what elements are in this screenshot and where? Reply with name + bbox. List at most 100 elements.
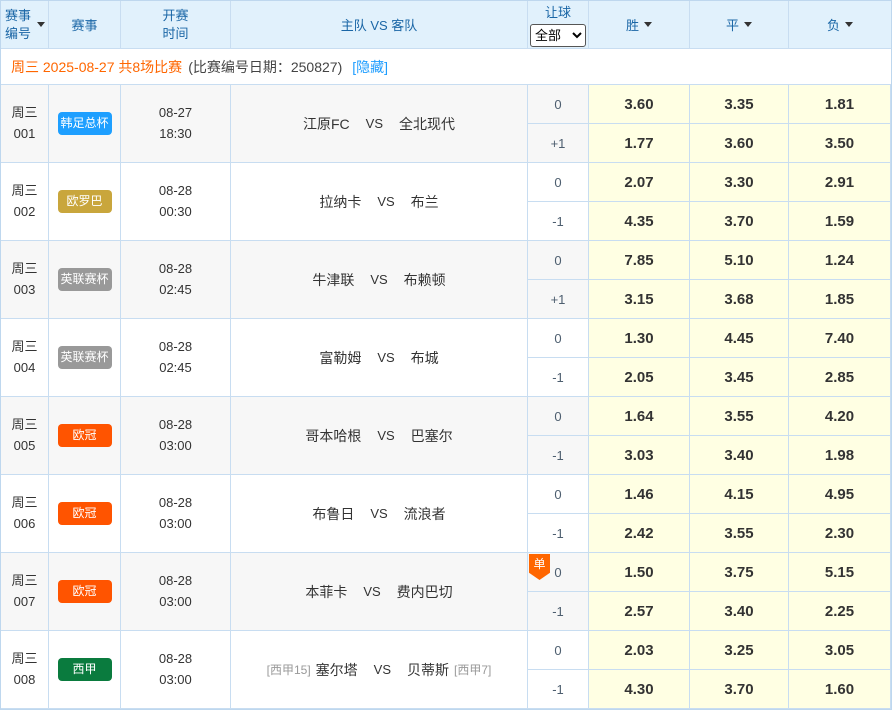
match-rows: 周三 001 韩足总杯 08-27 18:30 江原FC VS 全北现代 0 3… [1,85,891,709]
odds-win[interactable]: 1.46 [589,475,690,514]
teams-cell[interactable]: 江原FC VS 全北现代 [231,85,528,163]
match-number-cell: 周三 007 [1,553,49,631]
odds-win[interactable]: 2.07 [589,163,690,202]
match-row: 周三 007 欧冠 08-28 03:00 本菲卡 VS 费内巴切 单 0 1.… [1,553,891,631]
odds-win[interactable]: 1.64 [589,397,690,436]
odds-win[interactable]: 2.57 [589,592,690,631]
match-time: 03:00 [159,592,192,613]
odds-line-1: +1 3.15 3.68 1.85 [528,280,891,319]
match-number: 006 [14,514,36,534]
hide-link[interactable]: [隐藏] [352,57,388,77]
teams-cell[interactable]: [西甲15] 塞尔塔 VS 贝蒂斯 [西甲7] [231,631,528,709]
odds-lose[interactable]: 3.50 [789,124,891,163]
odds-line-1: +1 1.77 3.60 3.50 [528,124,891,163]
odds-draw[interactable]: 5.10 [690,241,789,280]
match-time: 03:00 [159,436,192,457]
odds-draw[interactable]: 3.40 [690,436,789,475]
odds-win[interactable]: 1.50 [589,553,690,592]
odds-draw[interactable]: 3.70 [690,670,789,709]
teams-cell[interactable]: 布鲁日 VS 流浪者 [231,475,528,553]
odds-win[interactable]: 4.30 [589,670,690,709]
odds-lose[interactable]: 2.85 [789,358,891,397]
away-team: 巴塞尔 [411,426,453,446]
vs-label: VS [363,584,380,599]
odds-draw[interactable]: 3.60 [690,124,789,163]
col-header-match-no[interactable]: 赛事编号 [1,1,49,49]
league-badge: 欧罗巴 [58,190,112,213]
odds-lose[interactable]: 2.25 [789,592,891,631]
league-cell: 欧冠 [49,475,121,553]
teams-cell[interactable]: 富勒姆 VS 布城 [231,319,528,397]
odds-draw[interactable]: 3.40 [690,592,789,631]
teams-cell[interactable]: 哥本哈根 VS 巴塞尔 [231,397,528,475]
match-date: 08-27 [159,103,192,124]
odds-lose[interactable]: 3.05 [789,631,891,670]
odds-line-1: -1 4.30 3.70 1.60 [528,670,891,709]
handicap-cell: 0 [528,319,589,358]
home-team: 布鲁日 [312,504,354,524]
odds-win[interactable]: 3.15 [589,280,690,319]
odds-win[interactable]: 3.60 [589,85,690,124]
odds-lose[interactable]: 7.40 [789,319,891,358]
odds-draw[interactable]: 3.45 [690,358,789,397]
col-header-lose[interactable]: 负 [789,1,891,49]
match-time-cell: 08-28 03:00 [121,397,231,475]
odds-lose[interactable]: 4.95 [789,475,891,514]
odds-draw[interactable]: 3.68 [690,280,789,319]
odds-win[interactable]: 7.85 [589,241,690,280]
col-header-time: 开赛时间 [121,1,231,49]
odds-draw[interactable]: 3.70 [690,202,789,241]
odds-lose[interactable]: 2.30 [789,514,891,553]
match-day: 周三 [11,649,37,669]
away-team: 贝蒂斯 [407,660,449,680]
odds-lose[interactable]: 1.60 [789,670,891,709]
odds-draw[interactable]: 4.45 [690,319,789,358]
odds-win[interactable]: 2.42 [589,514,690,553]
handicap-value: 0 [554,565,561,580]
teams-cell[interactable]: 本菲卡 VS 费内巴切 [231,553,528,631]
odds-win[interactable]: 2.03 [589,631,690,670]
odds-win[interactable]: 2.05 [589,358,690,397]
odds-draw[interactable]: 4.15 [690,475,789,514]
odds-lose[interactable]: 1.24 [789,241,891,280]
odds-lose[interactable]: 2.91 [789,163,891,202]
odds-lose[interactable]: 1.81 [789,85,891,124]
odds-win[interactable]: 4.35 [589,202,690,241]
odds-line-0: 0 1.64 3.55 4.20 [528,397,891,436]
odds-line-1: -1 4.35 3.70 1.59 [528,202,891,241]
teams-cell[interactable]: 拉纳卡 VS 布兰 [231,163,528,241]
vs-label: VS [377,194,394,209]
odds-draw[interactable]: 3.30 [690,163,789,202]
handicap-cell: -1 [528,358,589,397]
odds-draw[interactable]: 3.35 [690,85,789,124]
odds-win[interactable]: 1.77 [589,124,690,163]
odds-area: 0 2.03 3.25 3.05 -1 4.30 3.70 1.60 [528,631,891,709]
away-team: 布赖顿 [404,270,446,290]
odds-lose[interactable]: 1.85 [789,280,891,319]
col-header-win[interactable]: 胜 [589,1,690,49]
odds-draw[interactable]: 3.55 [690,514,789,553]
match-row: 周三 001 韩足总杯 08-27 18:30 江原FC VS 全北现代 0 3… [1,85,891,163]
col-header-time-label: 开赛时间 [162,7,190,42]
match-number: 004 [14,358,36,378]
handicap-cell: -1 [528,670,589,709]
odds-draw[interactable]: 3.55 [690,397,789,436]
match-time-cell: 08-27 18:30 [121,85,231,163]
match-number: 007 [14,592,36,612]
handicap-filter-select[interactable]: 全部 [530,24,586,47]
handicap-cell: 0 [528,631,589,670]
league-cell: 欧冠 [49,397,121,475]
teams-cell[interactable]: 牛津联 VS 布赖顿 [231,241,528,319]
league-cell: 欧罗巴 [49,163,121,241]
odds-win[interactable]: 1.30 [589,319,690,358]
odds-win[interactable]: 3.03 [589,436,690,475]
col-header-draw[interactable]: 平 [690,1,789,49]
odds-lose[interactable]: 1.98 [789,436,891,475]
odds-lose[interactable]: 4.20 [789,397,891,436]
match-time: 02:45 [159,280,192,301]
odds-lose[interactable]: 1.59 [789,202,891,241]
odds-draw[interactable]: 3.75 [690,553,789,592]
match-row: 周三 004 英联赛杯 08-28 02:45 富勒姆 VS 布城 0 1.30… [1,319,891,397]
odds-lose[interactable]: 5.15 [789,553,891,592]
odds-draw[interactable]: 3.25 [690,631,789,670]
